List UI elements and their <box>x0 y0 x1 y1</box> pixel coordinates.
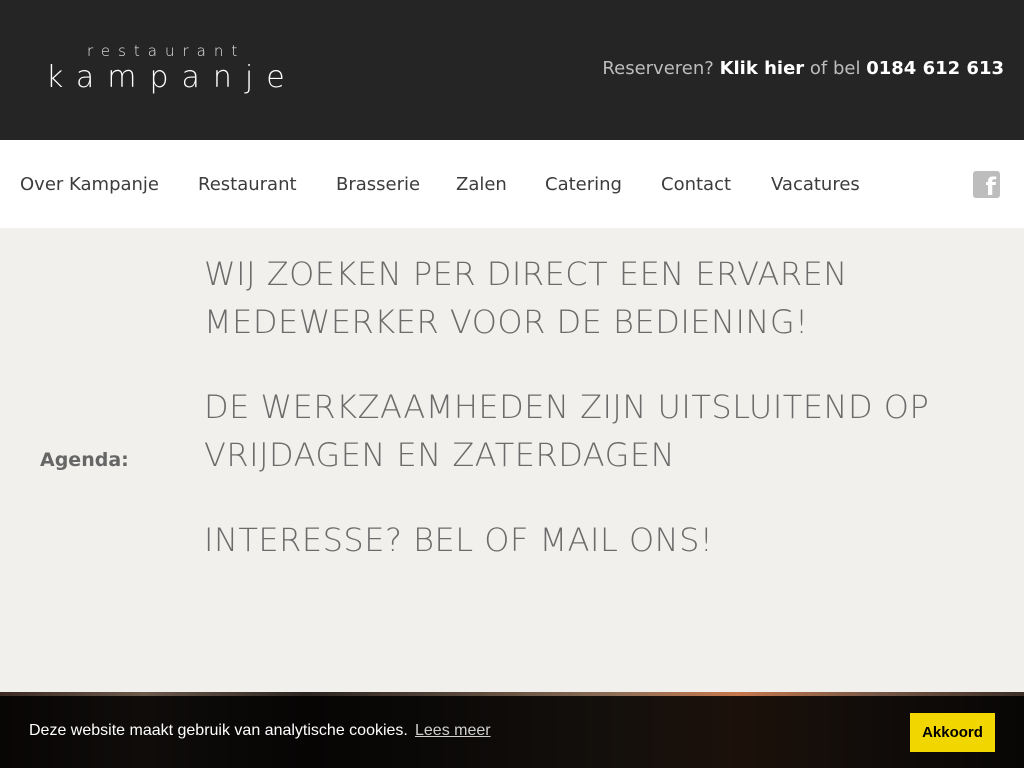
reserve-middle: of bel <box>809 58 861 79</box>
work-days-message: DE WERKZAAMHEDEN ZIJN UITSLUITEND OP VRI… <box>204 388 930 474</box>
cookie-accept-button[interactable]: Akkoord <box>910 713 995 752</box>
logo-title: kampanje <box>46 60 298 95</box>
logo[interactable]: restaurant kampanje <box>46 40 286 102</box>
vacancy-message: WIJ ZOEKEN PER DIRECT EEN ERVAREN MEDEWE… <box>204 255 848 341</box>
nav-item-brasserie[interactable]: Brasserie <box>336 174 420 195</box>
cookie-banner: Deze website maakt gebruik van analytisc… <box>0 696 1024 768</box>
reserve-link[interactable]: Klik hier <box>720 58 805 79</box>
reserve-prefix: Reserveren? <box>602 58 714 79</box>
contact-message: INTERESSE? BEL OF MAIL ONS! <box>204 521 714 559</box>
phone-number[interactable]: 0184 612 613 <box>866 58 1004 79</box>
logo-subtitle: restaurant <box>87 42 246 60</box>
site-header: restaurant kampanje Reserveren? Klik hie… <box>0 0 1024 140</box>
nav-item-zalen[interactable]: Zalen <box>456 174 507 195</box>
main-navigation: Over Kampanje Restaurant Brasserie Zalen… <box>0 140 1024 228</box>
facebook-icon[interactable]: f <box>973 171 1000 199</box>
cookie-text: Deze website maakt gebruik van analytisc… <box>29 722 408 739</box>
nav-item-vacatures[interactable]: Vacatures <box>771 174 860 195</box>
nav-item-catering[interactable]: Catering <box>545 174 622 195</box>
cookie-read-more-link[interactable]: Lees meer <box>415 722 491 740</box>
nav-item-over-kampanje[interactable]: Over Kampanje <box>20 174 159 195</box>
nav-item-restaurant[interactable]: Restaurant <box>198 174 297 195</box>
agenda-label: Agenda: <box>40 449 129 471</box>
nav-item-contact[interactable]: Contact <box>661 174 731 195</box>
reservation-line: Reserveren? Klik hier of bel 0184 612 61… <box>602 58 1004 79</box>
